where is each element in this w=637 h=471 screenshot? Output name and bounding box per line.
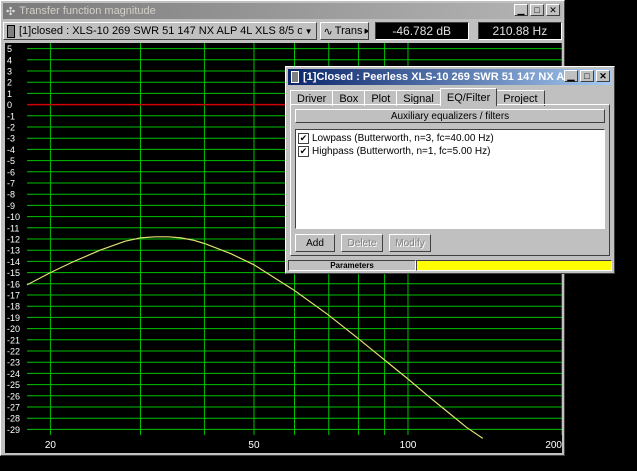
- y-tick-label: -4: [7, 145, 15, 155]
- y-tick-label: -14: [7, 257, 20, 267]
- filter-label: Lowpass (Butterworth, n=3, fc=40.00 Hz): [312, 133, 494, 144]
- filter-label: Highpass (Butterworth, n=1, fc=5.00 Hz): [312, 146, 491, 157]
- x-tick-label: 50: [248, 440, 260, 451]
- y-tick-label: -16: [7, 279, 20, 289]
- y-tick-label: -1: [7, 111, 15, 121]
- eq-filter-panel: Auxiliary equalizers / filters ✔ Lowpass…: [290, 104, 610, 256]
- dialog-close-icon[interactable]: ✕: [596, 70, 610, 82]
- y-tick-label: -5: [7, 156, 15, 166]
- y-tick-label: -28: [7, 414, 20, 424]
- y-tick-label: -6: [7, 167, 15, 177]
- y-tick-label: 0: [7, 100, 12, 110]
- y-tick-label: -24: [7, 369, 20, 379]
- x-tick-label: 200: [545, 440, 562, 451]
- y-tick-label: 4: [7, 55, 12, 65]
- app-icon: ✣: [6, 5, 16, 18]
- dialog-title-bar[interactable]: [1]Closed : Peerless XLS-10 269 SWR 51 1…: [288, 69, 612, 85]
- dialog-title: [1]Closed : Peerless XLS-10 269 SWR 51 1…: [303, 71, 565, 83]
- dialog-maximize-icon[interactable]: □: [580, 70, 594, 82]
- main-title-bar[interactable]: ✣ Transfer function magnitude ▁ □ ✕: [3, 3, 562, 19]
- y-tick-label: -26: [7, 391, 20, 401]
- delete-button[interactable]: Delete: [341, 234, 383, 252]
- y-tick-label: -3: [7, 134, 15, 144]
- status-indicator: [416, 260, 612, 271]
- y-tick-label: -15: [7, 268, 20, 278]
- y-tick-label: -25: [7, 380, 20, 390]
- mode-select[interactable]: ∿ Trans ▶: [319, 22, 369, 40]
- close-icon[interactable]: ✕: [546, 4, 560, 16]
- list-item[interactable]: ✔ Lowpass (Butterworth, n=3, fc=40.00 Hz…: [298, 132, 602, 145]
- y-tick-label: -8: [7, 190, 15, 200]
- driver-select[interactable]: [1]closed : XLS-10 269 SWR 51 147 NX ALP…: [3, 22, 317, 40]
- y-tick-label: -18: [7, 302, 20, 312]
- dialog-status-bar: Parameters: [288, 260, 612, 271]
- y-tick-label: -2: [7, 123, 15, 133]
- tab-eq-filter[interactable]: EQ/Filter: [439, 88, 498, 106]
- dialog-minimize-icon[interactable]: ▁: [564, 70, 578, 82]
- y-tick-label: -22: [7, 347, 20, 357]
- y-tick-label: -23: [7, 358, 20, 368]
- x-tick-label: 20: [45, 440, 57, 451]
- chevron-down-icon: ▼: [304, 26, 313, 36]
- y-tick-label: -7: [7, 179, 15, 189]
- chevron-right-icon: ▶: [364, 27, 367, 35]
- status-label: Parameters: [288, 260, 416, 271]
- checkbox-highpass[interactable]: ✔: [298, 146, 309, 157]
- frequency-readout: 210.88 Hz: [477, 22, 562, 40]
- level-readout: -46.782 dB: [374, 22, 469, 40]
- minimize-icon[interactable]: ▁: [514, 4, 528, 16]
- y-tick-label: -9: [7, 201, 15, 211]
- main-toolbar: [1]closed : XLS-10 269 SWR 51 147 NX ALP…: [3, 21, 562, 41]
- y-tick-label: -12: [7, 235, 20, 245]
- modify-button[interactable]: Modify: [389, 234, 431, 252]
- filter-list[interactable]: ✔ Lowpass (Butterworth, n=3, fc=40.00 Hz…: [295, 129, 605, 229]
- y-tick-label: 1: [7, 89, 12, 99]
- driver-select-value: [1]closed : XLS-10 269 SWR 51 147 NX ALP…: [19, 25, 302, 37]
- section-header: Auxiliary equalizers / filters: [295, 109, 605, 123]
- driver-icon: [7, 24, 15, 38]
- y-tick-label: -19: [7, 313, 20, 323]
- y-tick-label: -10: [7, 212, 20, 222]
- wave-icon: ∿: [323, 25, 333, 38]
- y-tick-label: -27: [7, 403, 20, 413]
- dialog-icon: [291, 71, 299, 83]
- x-tick-label: 100: [400, 440, 417, 451]
- driver-properties-dialog: [1]Closed : Peerless XLS-10 269 SWR 51 1…: [285, 66, 615, 274]
- y-tick-label: -20: [7, 324, 20, 334]
- y-tick-label: -11: [7, 223, 19, 233]
- main-title: Transfer function magnitude: [19, 5, 156, 17]
- mode-select-value: Trans: [334, 25, 363, 37]
- y-tick-label: -13: [7, 246, 20, 256]
- checkbox-lowpass[interactable]: ✔: [298, 133, 309, 144]
- maximize-icon[interactable]: □: [530, 4, 544, 16]
- y-tick-label: 2: [7, 78, 12, 88]
- add-button[interactable]: Add: [295, 234, 335, 252]
- list-item[interactable]: ✔ Highpass (Butterworth, n=1, fc=5.00 Hz…: [298, 145, 602, 158]
- y-tick-label: -21: [7, 335, 20, 345]
- y-tick-label: 3: [7, 67, 12, 77]
- y-tick-label: -17: [7, 291, 20, 301]
- y-tick-label: -29: [7, 425, 20, 435]
- y-tick-label: 5: [7, 44, 12, 54]
